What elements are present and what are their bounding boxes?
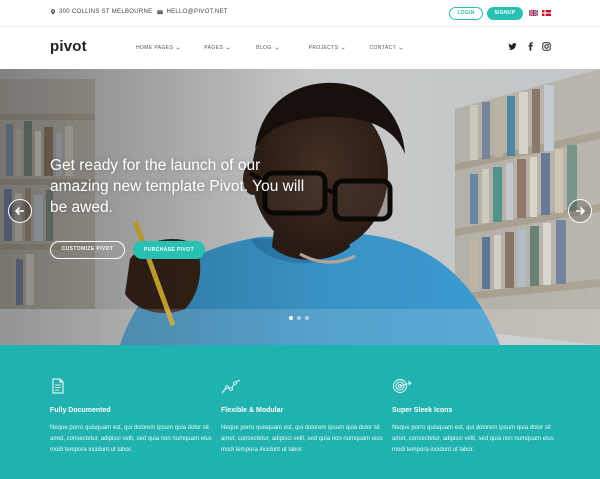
arrow-left-icon xyxy=(14,206,24,216)
nav-menu: HOME PAGES PAGES BLOG PROJECTS CONTACT xyxy=(136,45,403,51)
customize-pivot-button[interactable]: CUSTOMIZE PIVOT xyxy=(50,241,125,259)
hero-headline: Get ready for the launch of our amazing … xyxy=(50,157,305,216)
nav-item-home-pages[interactable]: HOME PAGES xyxy=(136,45,180,51)
nav-item-blog[interactable]: BLOG xyxy=(256,45,279,51)
slider-dot[interactable] xyxy=(297,316,301,320)
arrow-right-icon xyxy=(576,206,586,216)
contact-info: 300 COLLINS ST MELBOURNE HELLO@PIVOT.NET xyxy=(50,9,228,15)
chevron-down-icon xyxy=(176,47,180,50)
facebook-icon[interactable] xyxy=(526,42,535,51)
feature-description: Neque porro quisquam est, qui dolorem ip… xyxy=(50,425,212,453)
nav-item-contact[interactable]: CONTACT xyxy=(369,45,403,51)
slider-pagination xyxy=(289,316,309,320)
signup-button[interactable]: SIGNUP xyxy=(487,7,523,20)
slider-dot[interactable] xyxy=(289,316,293,320)
instagram-icon[interactable] xyxy=(542,42,551,51)
envelope-icon xyxy=(157,10,164,15)
danish-flag-icon[interactable] xyxy=(542,10,551,16)
twitter-icon[interactable] xyxy=(508,42,517,51)
nav-item-projects[interactable]: PROJECTS xyxy=(309,45,346,51)
email-link[interactable]: HELLO@PIVOT.NET xyxy=(166,9,227,15)
login-button[interactable]: LOGIN xyxy=(449,7,483,20)
nav-item-label: HOME PAGES xyxy=(136,45,174,51)
chevron-down-icon xyxy=(274,47,279,50)
address-text: 300 COLLINS ST MELBOURNE xyxy=(59,9,153,15)
slider-next-button[interactable] xyxy=(568,199,592,223)
slider-prev-button[interactable] xyxy=(8,199,32,223)
features-section: Fully Documented Neque porro quisquam es… xyxy=(0,345,600,479)
chevron-down-icon xyxy=(399,47,403,50)
location-pin-icon xyxy=(50,9,56,15)
line-graph-icon xyxy=(221,379,241,394)
feature-title: Fully Documented xyxy=(50,407,111,414)
nav-item-label: CONTACT xyxy=(369,45,397,51)
top-bar: 300 COLLINS ST MELBOURNE HELLO@PIVOT.NET… xyxy=(0,0,600,27)
chevron-down-icon xyxy=(341,47,346,50)
nav-item-label: BLOG xyxy=(256,45,272,51)
feature-description: Neque porro quisquam est, qui dolorem ip… xyxy=(221,425,383,453)
nav-item-pages[interactable]: PAGES xyxy=(204,45,230,51)
document-icon xyxy=(52,378,64,394)
main-navigation: pivot HOME PAGES PAGES BLOG PROJECTS CON… xyxy=(0,27,600,69)
feature-description: Neque porro quisquam est, qui dolorem ip… xyxy=(392,425,554,453)
uk-flag-icon[interactable] xyxy=(529,10,538,16)
chevron-down-icon xyxy=(226,47,230,50)
logo[interactable]: pivot xyxy=(50,38,87,55)
feature-title: Flexible & Modular xyxy=(221,407,284,414)
hero-slider: Get ready for the launch of our amazing … xyxy=(0,69,600,345)
nav-item-label: PROJECTS xyxy=(308,45,339,51)
feature-title: Super Sleek Icons xyxy=(392,407,453,414)
purchase-pivot-button[interactable]: PURCHASE PIVOT xyxy=(133,241,205,259)
target-icon xyxy=(393,379,412,393)
slider-dot[interactable] xyxy=(305,316,309,320)
nav-item-label: PAGES xyxy=(204,45,224,51)
